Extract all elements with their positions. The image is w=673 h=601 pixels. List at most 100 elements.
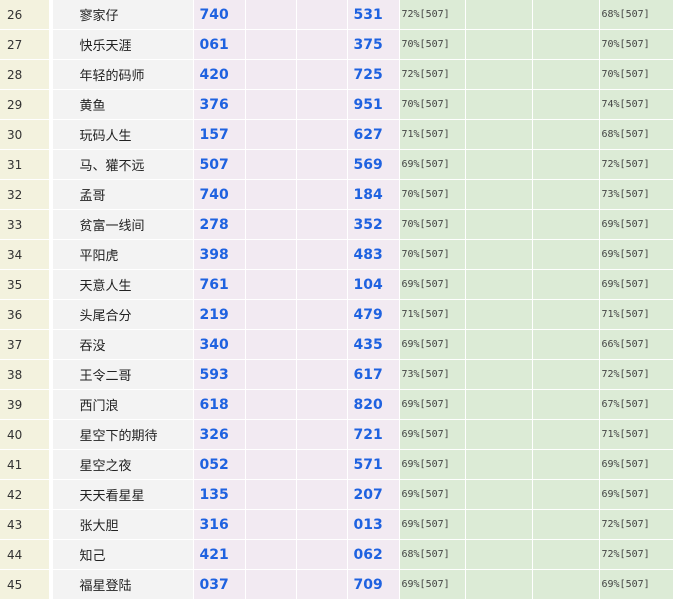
number-cell-secondary: 951	[347, 89, 400, 120]
rank-cell: 45	[0, 569, 50, 600]
stat-cell-4: 67%[507]	[599, 389, 673, 420]
stat-cell-2: 0[0]	[465, 449, 533, 480]
stat-cell-1: 68%[507]	[399, 539, 466, 570]
stat-cell-3: 0[0]	[532, 479, 600, 510]
name-cell: 孟哥	[52, 179, 194, 210]
rank-cell: 39	[0, 389, 50, 420]
name-cell: 头尾合分	[52, 299, 194, 330]
empty-cell	[296, 479, 348, 510]
rank-cell: 36	[0, 299, 50, 330]
number-cell-primary: 618	[193, 389, 246, 420]
stat-cell-4: 69%[507]	[599, 569, 673, 600]
number-cell-secondary: 375	[347, 29, 400, 60]
rank-cell: 30	[0, 119, 50, 150]
empty-cell	[296, 59, 348, 90]
stat-cell-4: 71%[507]	[599, 299, 673, 330]
rank-cell: 29	[0, 89, 50, 120]
rank-cell: 40	[0, 419, 50, 450]
number-cell-primary: 420	[193, 59, 246, 90]
stat-cell-3: 0[0]	[532, 329, 600, 360]
stat-cell-1: 71%[507]	[399, 119, 466, 150]
name-cell: 贫富一线间	[52, 209, 194, 240]
table-row: 34 平阳虎 398 483 70%[507] 0[0] 0[0] 69%[50…	[0, 239, 673, 270]
stat-cell-4: 72%[507]	[599, 149, 673, 180]
stat-cell-1: 69%[507]	[399, 569, 466, 600]
number-cell-primary: 316	[193, 509, 246, 540]
table-row: 38 王令二哥 593 617 73%[507] 0[0] 0[0] 72%[5…	[0, 359, 673, 390]
rank-cell: 32	[0, 179, 50, 210]
stat-cell-3: 0[0]	[532, 149, 600, 180]
rank-cell: 26	[0, 0, 50, 30]
empty-cell	[245, 89, 297, 120]
number-cell-secondary: 531	[347, 0, 400, 30]
number-cell-primary: 398	[193, 239, 246, 270]
name-cell: 天意人生	[52, 269, 194, 300]
empty-cell	[245, 209, 297, 240]
empty-cell	[296, 329, 348, 360]
stat-cell-1: 69%[507]	[399, 449, 466, 480]
stat-cell-4: 73%[507]	[599, 179, 673, 210]
stat-cell-4: 69%[507]	[599, 209, 673, 240]
empty-cell	[296, 299, 348, 330]
number-cell-secondary: 617	[347, 359, 400, 390]
stat-cell-3: 0[0]	[532, 509, 600, 540]
stat-cell-1: 69%[507]	[399, 269, 466, 300]
table-row: 42 天天看星星 135 207 69%[507] 0[0] 0[0] 69%[…	[0, 479, 673, 510]
number-cell-primary: 219	[193, 299, 246, 330]
name-cell: 吞没	[52, 329, 194, 360]
stat-cell-3: 0[0]	[532, 29, 600, 60]
rank-cell: 27	[0, 29, 50, 60]
stat-cell-4: 72%[507]	[599, 539, 673, 570]
empty-cell	[245, 569, 297, 600]
name-cell: 快乐天涯	[52, 29, 194, 60]
rank-cell: 43	[0, 509, 50, 540]
stat-cell-4: 71%[507]	[599, 419, 673, 450]
stat-cell-4: 66%[507]	[599, 329, 673, 360]
number-cell-secondary: 207	[347, 479, 400, 510]
stat-cell-2: 0[0]	[465, 29, 533, 60]
stat-cell-2: 0[0]	[465, 299, 533, 330]
stat-cell-4: 70%[507]	[599, 59, 673, 90]
number-cell-primary: 135	[193, 479, 246, 510]
number-cell-secondary: 571	[347, 449, 400, 480]
rank-cell: 35	[0, 269, 50, 300]
empty-cell	[245, 389, 297, 420]
empty-cell	[296, 239, 348, 270]
stat-cell-2: 0[0]	[465, 539, 533, 570]
stat-cell-4: 68%[507]	[599, 119, 673, 150]
empty-cell	[245, 299, 297, 330]
table-row: 28 年轻的码师 420 725 72%[507] 0[0] 0[0] 70%[…	[0, 59, 673, 90]
table-row: 41 星空之夜 052 571 69%[507] 0[0] 0[0] 69%[5…	[0, 449, 673, 480]
stat-cell-1: 69%[507]	[399, 329, 466, 360]
stat-cell-2: 0[0]	[465, 179, 533, 210]
empty-cell	[245, 0, 297, 30]
stat-cell-1: 72%[507]	[399, 0, 466, 30]
empty-cell	[245, 29, 297, 60]
stat-cell-2: 0[0]	[465, 59, 533, 90]
rank-cell: 41	[0, 449, 50, 480]
empty-cell	[245, 539, 297, 570]
empty-cell	[245, 329, 297, 360]
empty-cell	[245, 419, 297, 450]
stat-cell-4: 69%[507]	[599, 239, 673, 270]
stat-cell-3: 0[0]	[532, 209, 600, 240]
stat-cell-2: 0[0]	[465, 89, 533, 120]
number-cell-secondary: 725	[347, 59, 400, 90]
empty-cell	[245, 179, 297, 210]
table-row: 40 星空下的期待 326 721 69%[507] 0[0] 0[0] 71%…	[0, 419, 673, 450]
empty-cell	[296, 449, 348, 480]
number-cell-primary: 061	[193, 29, 246, 60]
stat-cell-3: 0[0]	[532, 269, 600, 300]
stat-cell-1: 71%[507]	[399, 299, 466, 330]
number-cell-secondary: 627	[347, 119, 400, 150]
stat-cell-3: 0[0]	[532, 359, 600, 390]
empty-cell	[296, 29, 348, 60]
table-row: 33 贫富一线间 278 352 70%[507] 0[0] 0[0] 69%[…	[0, 209, 673, 240]
stat-cell-3: 0[0]	[532, 179, 600, 210]
stat-cell-1: 70%[507]	[399, 29, 466, 60]
name-cell: 玩码人生	[52, 119, 194, 150]
empty-cell	[296, 209, 348, 240]
stat-cell-1: 70%[507]	[399, 179, 466, 210]
name-cell: 天天看星星	[52, 479, 194, 510]
stat-cell-2: 0[0]	[465, 0, 533, 30]
